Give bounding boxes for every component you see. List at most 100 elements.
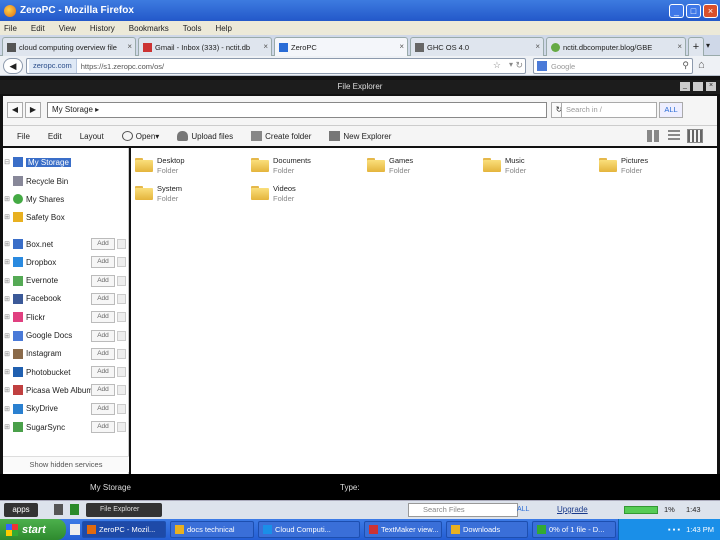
close-tab-icon[interactable]: ×: [535, 42, 540, 51]
menu-history[interactable]: History: [90, 24, 115, 33]
expand-icon[interactable]: ⊞: [3, 350, 11, 358]
sidebar-item-my-shares[interactable]: ⊞ My Shares: [3, 191, 129, 207]
new-explorer-button[interactable]: New Explorer: [329, 131, 391, 141]
folder-item[interactable]: System Folder: [135, 184, 182, 204]
upgrade-link[interactable]: Upgrade: [557, 505, 588, 514]
dropdown-chevron-icon[interactable]: ▾: [509, 60, 513, 69]
browser-tab[interactable]: cloud computing overview file ×: [2, 37, 136, 56]
add-service-button[interactable]: Add: [91, 311, 115, 324]
tray-icons[interactable]: ▪ ▪ ▪: [668, 525, 680, 534]
browser-tab[interactable]: GHC OS 4.0 ×: [410, 37, 544, 56]
add-service-button[interactable]: Add: [91, 274, 115, 287]
add-service-button[interactable]: Add: [91, 402, 115, 415]
service-settings-button[interactable]: [117, 385, 126, 396]
browser-tab[interactable]: Gmail - Inbox (333) - nctit.db ×: [138, 37, 272, 56]
expand-icon[interactable]: ⊞: [3, 295, 11, 303]
close-button[interactable]: ×: [703, 3, 718, 18]
layout-menu[interactable]: Layout: [80, 132, 104, 141]
close-tab-icon[interactable]: ×: [127, 42, 132, 51]
back-button[interactable]: ◀: [3, 58, 23, 74]
taskbar-button[interactable]: TextMaker view...: [364, 521, 442, 538]
service-settings-button[interactable]: [117, 312, 126, 323]
site-identity[interactable]: zeropc.com: [29, 59, 77, 73]
service-settings-button[interactable]: [117, 403, 126, 414]
expand-icon[interactable]: ⊞: [3, 332, 11, 340]
service-settings-button[interactable]: [117, 275, 126, 286]
taskbar-button[interactable]: ZeroPC - Mozil...: [82, 521, 166, 538]
icon-view-icon[interactable]: [647, 130, 659, 142]
reload-icon[interactable]: ↻: [515, 60, 523, 71]
app-icon[interactable]: [54, 504, 63, 515]
search-icon[interactable]: ⚲: [682, 60, 689, 71]
maximize-button[interactable]: □: [686, 3, 701, 18]
add-service-button[interactable]: Add: [91, 384, 115, 397]
expand-icon[interactable]: ⊞: [3, 213, 11, 221]
start-button[interactable]: start: [0, 519, 66, 540]
browser-tab-active[interactable]: ZeroPC ×: [274, 37, 408, 56]
sidebar-item-my-storage[interactable]: ⊟ My Storage: [3, 154, 129, 170]
forward-arrow-button[interactable]: ▶: [25, 102, 41, 118]
service-settings-button[interactable]: [117, 367, 126, 378]
expand-icon[interactable]: ⊞: [3, 405, 11, 413]
sidebar-item-recycle-bin[interactable]: Recycle Bin: [3, 173, 129, 189]
expand-icon[interactable]: ⊞: [3, 195, 11, 203]
taskbar-button[interactable]: Downloads: [446, 521, 528, 538]
folder-item[interactable]: Pictures Folder: [599, 156, 648, 176]
service-settings-button[interactable]: [117, 348, 126, 359]
show-hidden-services-link[interactable]: Show hidden services: [3, 456, 129, 472]
expand-icon[interactable]: ⊞: [3, 258, 11, 266]
taskbar-button[interactable]: 0% of 1 file - D...: [532, 521, 616, 538]
folder-item[interactable]: Games Folder: [367, 156, 413, 176]
taskbar-button[interactable]: docs technical: [170, 521, 254, 538]
menu-view[interactable]: View: [59, 24, 76, 33]
sidebar-item-safety-box[interactable]: ⊞ Safety Box: [3, 209, 129, 225]
expand-icon[interactable]: ⊞: [3, 240, 11, 248]
explorer-search-input[interactable]: Search in /: [561, 102, 657, 118]
service-settings-button[interactable]: [117, 239, 126, 249]
expand-icon[interactable]: ⊞: [3, 313, 11, 321]
apps-button[interactable]: apps: [4, 503, 38, 517]
collapse-icon[interactable]: ⊟: [3, 158, 11, 166]
add-service-button[interactable]: Add: [91, 347, 115, 360]
close-tab-icon[interactable]: ×: [677, 42, 682, 51]
menu-tools[interactable]: Tools: [183, 24, 202, 33]
expand-icon[interactable]: ⊞: [3, 368, 11, 376]
back-arrow-button[interactable]: ◀: [7, 102, 23, 118]
file-search-input[interactable]: Search Files: [408, 503, 518, 517]
folder-item[interactable]: Videos Folder: [251, 184, 296, 204]
add-service-button[interactable]: Add: [91, 238, 115, 250]
file-search-scope[interactable]: ALL: [517, 503, 533, 517]
service-settings-button[interactable]: [117, 257, 126, 268]
close-tab-icon[interactable]: ×: [399, 42, 404, 51]
home-icon[interactable]: ⌂: [698, 59, 705, 71]
expand-icon[interactable]: ⊞: [3, 423, 11, 431]
create-folder-button[interactable]: Create folder: [251, 131, 311, 141]
app-icon[interactable]: [70, 504, 79, 515]
path-input[interactable]: My Storage ▸: [47, 102, 547, 118]
url-bar[interactable]: zeropc.com https://s1.zeropc.com/os/ ☆ ▾…: [26, 58, 526, 74]
add-service-button[interactable]: Add: [91, 421, 115, 433]
add-service-button[interactable]: Add: [91, 256, 115, 269]
edit-menu[interactable]: Edit: [48, 132, 62, 141]
bookmark-star-icon[interactable]: ☆: [493, 60, 501, 71]
file-menu[interactable]: File: [17, 132, 30, 141]
service-settings-button[interactable]: [117, 330, 126, 341]
folder-item[interactable]: Documents Folder: [251, 156, 311, 176]
expand-icon[interactable]: ⊞: [3, 386, 11, 394]
add-service-button[interactable]: Add: [91, 366, 115, 379]
list-view-icon[interactable]: [668, 130, 680, 142]
new-tab-button[interactable]: +: [688, 37, 704, 56]
service-settings-button[interactable]: [117, 293, 126, 304]
quicklaunch-icon[interactable]: [70, 524, 80, 535]
close-tab-icon[interactable]: ×: [263, 42, 268, 51]
search-scope-select[interactable]: ALL: [659, 102, 683, 118]
upload-files-button[interactable]: Upload files: [177, 131, 233, 141]
add-service-button[interactable]: Add: [91, 329, 115, 342]
folder-item[interactable]: Desktop Folder: [135, 156, 185, 176]
browser-tab[interactable]: nctit.dbcomputer.blog/GBE ×: [546, 37, 686, 56]
app-close-button[interactable]: ×: [706, 82, 716, 91]
menu-file[interactable]: File: [4, 24, 17, 33]
expand-icon[interactable]: ⊞: [3, 277, 11, 285]
open-button[interactable]: Open ▾: [121, 131, 159, 141]
add-service-button[interactable]: Add: [91, 292, 115, 305]
